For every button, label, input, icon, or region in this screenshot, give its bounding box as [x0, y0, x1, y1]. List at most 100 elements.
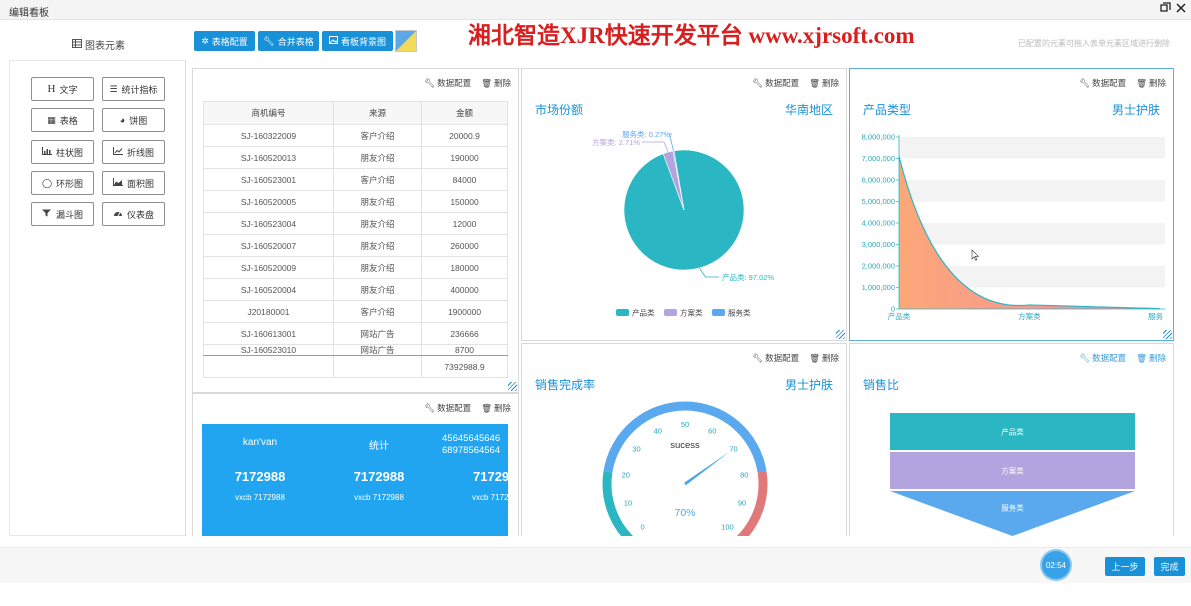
- stat-subtext: vxcb 7172988: [235, 493, 285, 502]
- y-tick-label: 5,000,000: [862, 197, 895, 206]
- pie-card[interactable]: 🔧︎ 数据配置 🗑︎ 删除 市场份额 华南地区 产品类: 97.02% 方案类: 2.…: [521, 68, 847, 341]
- funnel-stage: [890, 491, 1135, 536]
- element-line[interactable]: 折线图: [102, 140, 165, 164]
- gauge-tick-label: 30: [632, 445, 640, 454]
- table-cell: J20180001: [203, 300, 334, 323]
- table-cell: [333, 355, 422, 378]
- resize-handle[interactable]: [508, 382, 517, 391]
- table-row[interactable]: SJ-160322009 客户介绍 20000.9: [203, 124, 508, 147]
- chart-elements-title: 图表元素: [72, 37, 125, 52]
- table-cell: 400000: [421, 278, 508, 301]
- table-row[interactable]: SJ-160520013 朋友介绍 190000: [203, 146, 508, 169]
- close-icon[interactable]: [1176, 2, 1186, 16]
- pie-label: 产品类: 97.02%: [722, 272, 774, 282]
- line-chart-icon: [112, 147, 123, 157]
- delete-link[interactable]: 🗑︎ 删除: [481, 402, 511, 414]
- table-row[interactable]: SJ-160523004 朋友介绍 12000: [203, 212, 508, 235]
- window-title: 编辑看板: [9, 8, 49, 19]
- y-tick-label: 8,000,000: [862, 133, 895, 142]
- gauge-icon: [113, 209, 123, 219]
- table-row[interactable]: SJ-160520007 朋友介绍 260000: [203, 234, 508, 257]
- gauge-tick-label: 50: [681, 420, 689, 429]
- table-config-button[interactable]: ✲ 表格配置: [194, 31, 255, 51]
- resize-handle[interactable]: [1163, 330, 1172, 339]
- table-row[interactable]: SJ-160523001 客户介绍 84000: [203, 168, 508, 191]
- pie-label-line: [642, 141, 669, 153]
- resize-handle[interactable]: [836, 330, 845, 339]
- data-config-link[interactable]: 🔧︎ 数据配置: [424, 402, 471, 414]
- chart-grid-icon: [72, 38, 82, 51]
- gauge-needle: [684, 451, 731, 486]
- board-canvas: 🔧︎ 数据配置 🗑︎ 删除 商机编号 来源 金额 SJ-160322009 客户介绍 2…: [192, 68, 1176, 536]
- gauge-chart: 0 10 20 30 40 50 60 70 80 90 100 sucess 70%: [602, 401, 768, 536]
- table-cell: 190000: [421, 146, 508, 169]
- finish-button[interactable]: 完成: [1154, 557, 1185, 576]
- stat-heading: 4564564564668978564564: [442, 433, 501, 456]
- gauge-tick-label: 0: [640, 522, 644, 531]
- mouse-cursor: [971, 249, 980, 261]
- table-row[interactable]: J20180001 客户介绍 1900000: [203, 300, 508, 323]
- table-cell: 180000: [421, 256, 508, 279]
- statistic-box: kan'van 7172988 vxcb 7172988 统计 7172988 …: [202, 424, 508, 536]
- table-row[interactable]: SJ-160523010 网站广告 8700: [203, 344, 508, 356]
- table-cell: 20000.9: [421, 124, 508, 147]
- area-chart-icon: [112, 178, 123, 188]
- element-bar[interactable]: 柱状图: [31, 140, 94, 164]
- background-color-picker[interactable]: [395, 30, 417, 52]
- data-table: 商机编号 来源 金额 SJ-160322009 客户介绍 20000.9 SJ-160…: [203, 101, 508, 378]
- element-statistic[interactable]: ☰ 统计指标: [102, 77, 165, 101]
- legend-label: 产品类: [632, 308, 655, 318]
- table-cell: 朋友介绍: [333, 146, 422, 169]
- prev-step-button[interactable]: 上一步: [1105, 557, 1145, 576]
- table-total: 7392988.9: [421, 355, 508, 378]
- table-cell: 网站广告: [333, 344, 422, 356]
- table-cell: 客户介绍: [333, 124, 422, 147]
- table-cell: 客户介绍: [333, 168, 422, 191]
- stat-heading: kan'van: [242, 437, 278, 448]
- board-background-button[interactable]: 看板背景图: [322, 31, 393, 51]
- funnel-card[interactable]: 🔧︎ 数据配置 🗑︎ 删除 销售比 产品类 方案类 服务类: [849, 343, 1174, 536]
- ring-icon: ◯: [41, 177, 53, 188]
- table-row[interactable]: SJ-160520005 朋友介绍 150000: [203, 190, 508, 213]
- table-icon: ▦: [47, 114, 56, 125]
- trash-icon: 🗑︎: [481, 402, 492, 413]
- x-tick-label: 服务: [1148, 311, 1164, 321]
- table-row[interactable]: SJ-160520009 朋友介绍 180000: [203, 256, 508, 279]
- element-pie[interactable]: ◕ 饼图: [102, 108, 165, 132]
- bar-chart-icon: [41, 147, 52, 157]
- element-ring[interactable]: ◯ 环形图: [31, 171, 94, 195]
- table-cell: SJ-160523004: [203, 212, 334, 235]
- area-card[interactable]: 🔧︎ 数据配置 🗑︎ 删除 产品类型 男士护肤 0 1,000,000 2,000,00…: [849, 68, 1174, 341]
- element-area[interactable]: 面积图: [102, 171, 165, 195]
- gauge-tick-label: 10: [624, 499, 632, 508]
- element-table[interactable]: ▦ 表格: [31, 108, 94, 132]
- table-row[interactable]: SJ-160520004 朋友介绍 400000: [203, 278, 508, 301]
- table-cell: [203, 355, 334, 378]
- legend-label: 服务类: [728, 308, 751, 318]
- table-cell: 260000: [421, 234, 508, 257]
- maximize-icon[interactable]: [1160, 2, 1171, 16]
- element-gauge[interactable]: 仪表盘: [102, 202, 165, 226]
- area-chart: 01,000,0002,000,0003,000,0004,000,0005,0…: [862, 133, 1165, 321]
- table-cell: 朋友介绍: [333, 234, 422, 257]
- element-funnel[interactable]: 漏斗图: [31, 202, 94, 226]
- table-cell: 朋友介绍: [333, 212, 422, 235]
- funnel-icon: [41, 209, 52, 219]
- pie-label-line: [699, 267, 719, 278]
- funnel-label: 方案类: [1001, 466, 1024, 476]
- pie-icon: ◕: [119, 115, 126, 125]
- stat-value: 7172988: [234, 469, 286, 484]
- element-text[interactable]: H 文字: [31, 77, 94, 101]
- data-config-link[interactable]: 🔧︎ 数据配置: [424, 77, 471, 89]
- delete-link[interactable]: 🗑︎ 删除: [481, 77, 511, 89]
- stat-value: 7172988: [353, 469, 405, 484]
- table-card[interactable]: 🔧︎ 数据配置 🗑︎ 删除 商机编号 来源 金额 SJ-160322009 客户介绍 2…: [192, 68, 519, 393]
- y-tick-label: 4,000,000: [862, 219, 895, 228]
- grid-band: [899, 180, 1165, 202]
- gauge-tick-label: 90: [738, 499, 746, 508]
- merge-table-button[interactable]: 🔧︎ 合并表格: [258, 31, 319, 51]
- gauge-card[interactable]: 🔧︎ 数据配置 🗑︎ 删除 销售完成率 男士护肤 0 10 20 30 40 50 60 70 80…: [521, 343, 847, 536]
- y-tick-label: 2,000,000: [862, 262, 895, 271]
- card-tools: 🔧︎ 数据配置 🗑︎ 删除: [424, 402, 511, 414]
- table-row[interactable]: SJ-160613001 网站广告 236666: [203, 322, 508, 345]
